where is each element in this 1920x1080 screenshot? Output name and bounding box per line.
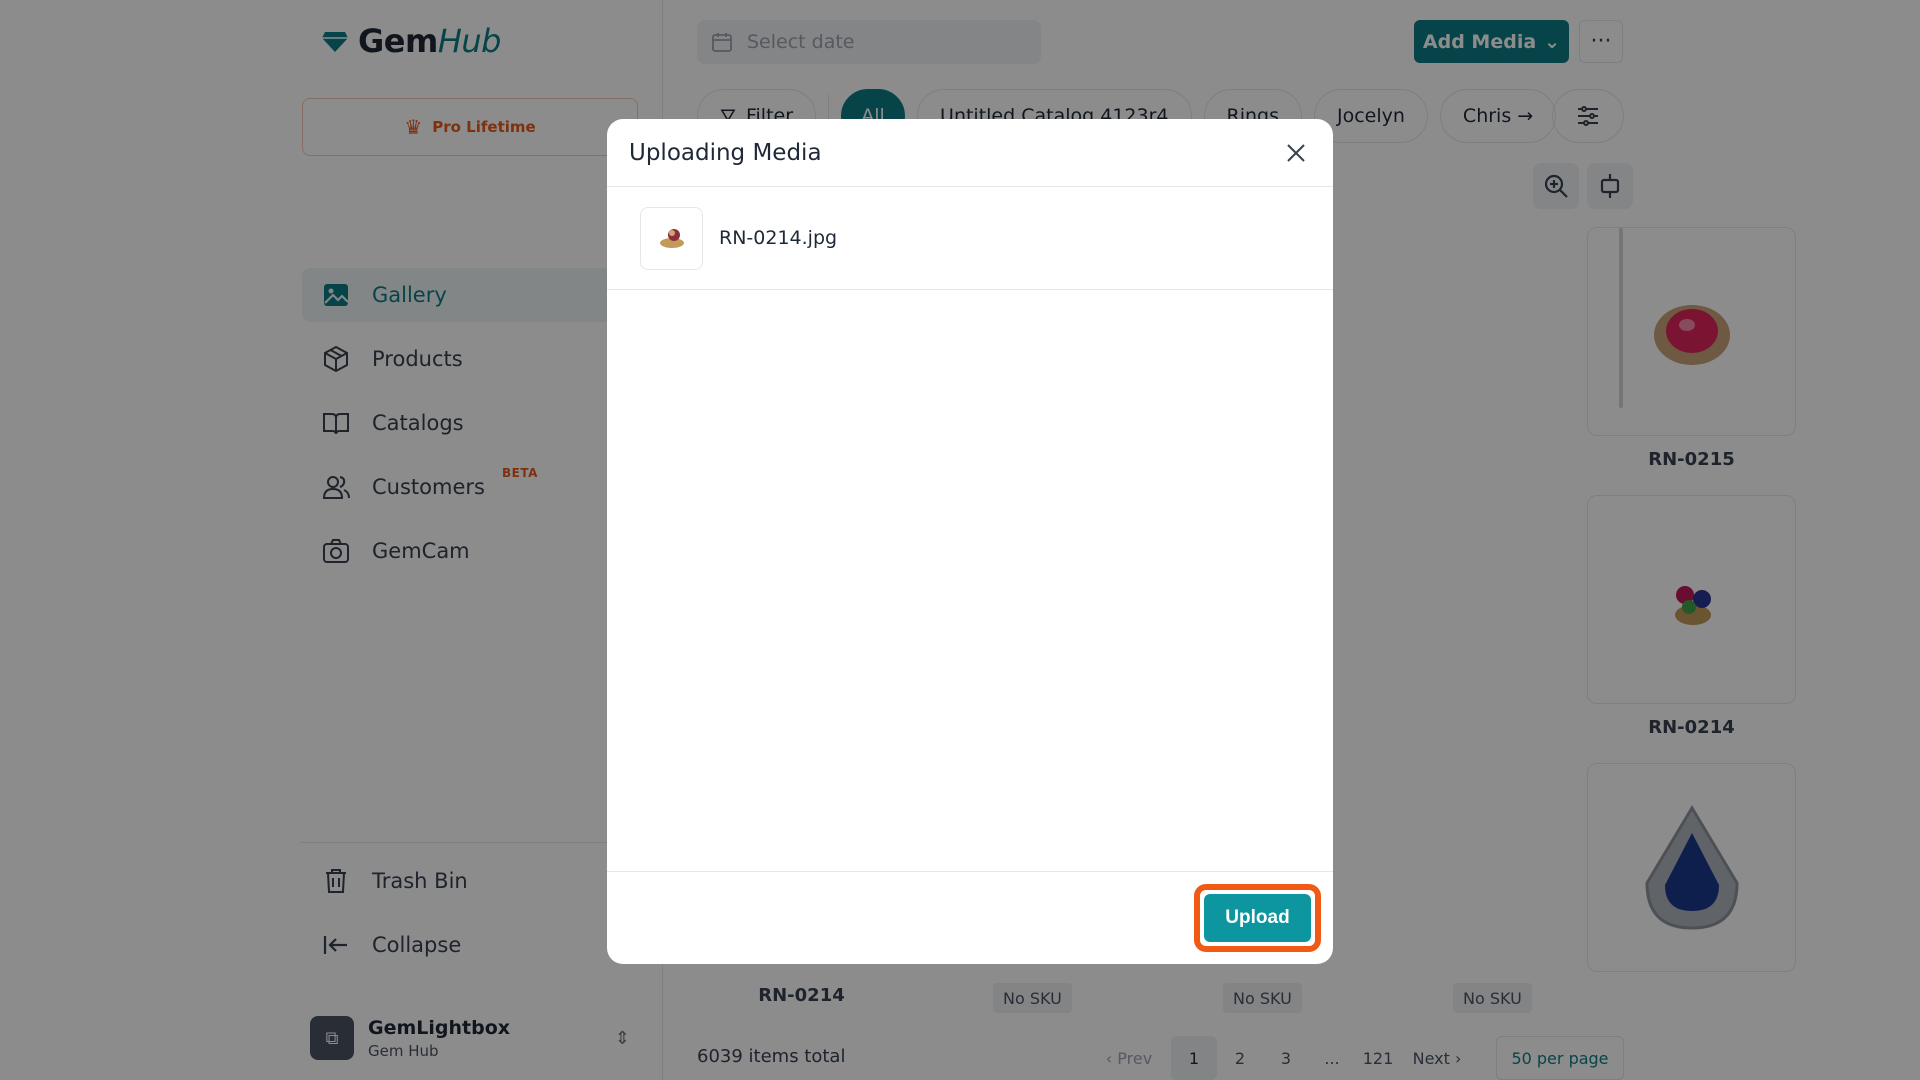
upload-file-row: RN-0214.jpg	[607, 187, 1333, 290]
close-button[interactable]	[1281, 138, 1311, 168]
upload-button[interactable]: Upload	[1204, 894, 1311, 942]
close-icon	[1287, 143, 1305, 162]
ring-thumbnail-icon	[659, 229, 684, 248]
app-root: GemHub ♛ Pro Lifetime Gallery Products C…	[0, 0, 1920, 1080]
modal-footer: Upload	[607, 871, 1333, 964]
file-name: RN-0214.jpg	[719, 227, 838, 249]
modal-header: Uploading Media	[607, 119, 1333, 187]
modal-title: Uploading Media	[629, 139, 822, 166]
file-thumbnail	[640, 206, 703, 270]
upload-modal: Uploading Media RN-0214.jpg Upload	[607, 119, 1333, 964]
